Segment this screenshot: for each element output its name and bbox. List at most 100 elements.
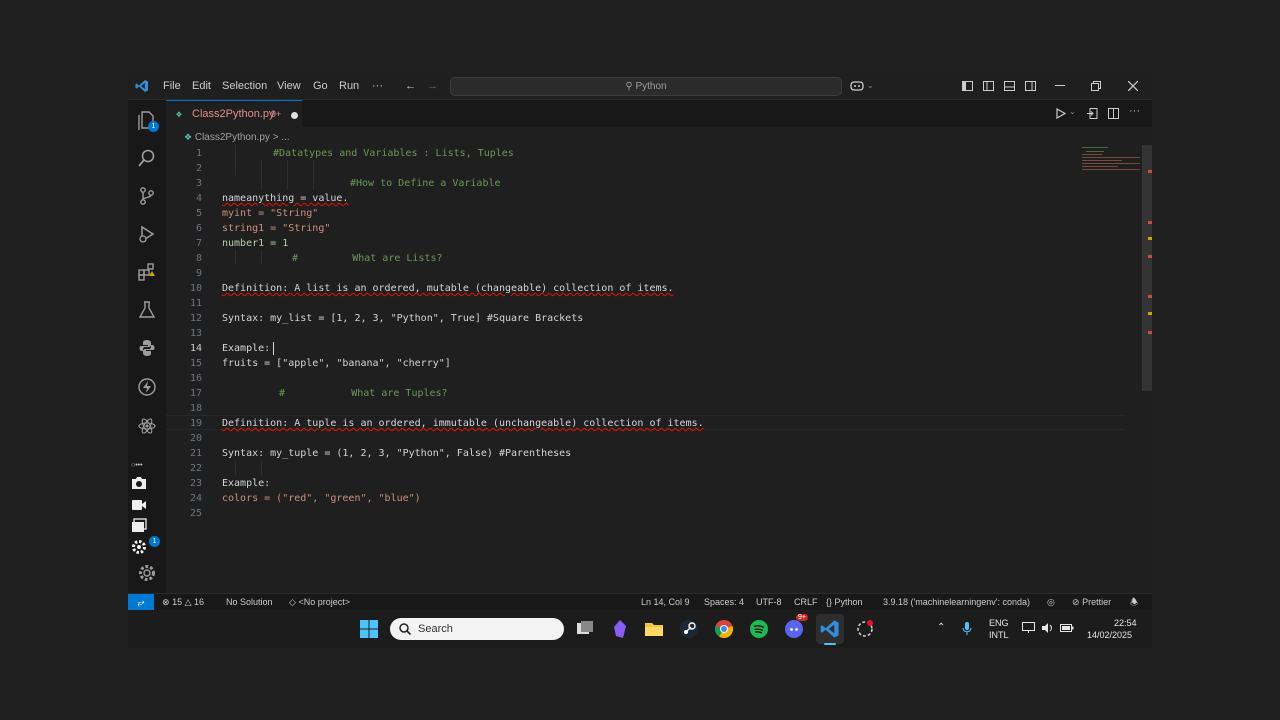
python-file-icon: ❖ — [176, 109, 183, 120]
react-atom-icon[interactable] — [137, 416, 157, 436]
layout-panel-left-icon[interactable] — [962, 81, 973, 91]
clock-date[interactable]: 14/02/2025 — [1087, 630, 1132, 640]
minimap-line — [1082, 166, 1118, 167]
restore-icon[interactable] — [1091, 81, 1101, 91]
braces-icon: {} — [826, 597, 833, 607]
indent-guide — [313, 160, 314, 190]
toggle-sidebar-icon[interactable] — [983, 81, 994, 91]
menu-go[interactable]: Go — [313, 73, 328, 99]
search-icon[interactable] — [137, 148, 157, 168]
camera-icon[interactable] — [131, 475, 147, 491]
line-number: 2 — [195, 163, 202, 174]
scrollbar-thumb[interactable] — [1142, 145, 1152, 391]
taskbar-search[interactable]: Search — [390, 618, 564, 640]
vscode-taskbar-icon[interactable] — [820, 619, 840, 639]
network-icon[interactable] — [1022, 622, 1035, 634]
copilot-icon[interactable] — [850, 80, 864, 92]
vertical-scrollbar[interactable] — [1142, 145, 1152, 593]
run-debug-icon[interactable] — [137, 224, 157, 244]
menu-selection[interactable]: Selection — [222, 73, 267, 99]
extensions-icon[interactable] — [137, 262, 157, 282]
unsaved-dot-icon[interactable] — [291, 112, 298, 119]
task-view-icon[interactable] — [575, 619, 595, 639]
recorder-settings-icon[interactable] — [131, 539, 147, 555]
discord-icon[interactable] — [784, 619, 804, 639]
encoding-status[interactable]: UTF-8 — [756, 594, 782, 610]
eol-status[interactable]: CRLF — [794, 594, 818, 610]
line-number: 8 — [195, 253, 202, 264]
run-chevron-icon[interactable]: ⌄ — [1069, 107, 1076, 116]
clock-time[interactable]: 22:54 — [1114, 618, 1137, 628]
menu-view[interactable]: View — [277, 73, 301, 99]
forward-arrow-icon[interactable]: → — [427, 79, 438, 93]
problems-indicator[interactable]: ⊗ 15 △ 16 — [162, 594, 204, 610]
search-icon: ⚲ — [625, 81, 633, 92]
project-status[interactable]: ◇ <No project> — [289, 594, 350, 610]
indentation-status[interactable]: Spaces: 4 — [704, 594, 744, 610]
cursor-position[interactable]: Ln 14, Col 9 — [641, 594, 690, 610]
indent-guide — [287, 160, 288, 190]
window-capture-icon[interactable] — [131, 518, 147, 534]
lightning-icon[interactable] — [137, 377, 157, 397]
minimap-line — [1082, 169, 1140, 170]
menu-run[interactable]: Run — [339, 73, 359, 99]
volume-icon[interactable] — [1041, 622, 1054, 634]
minimize-icon[interactable] — [1055, 85, 1065, 87]
breadcrumb-file[interactable]: Class2Python.py — [195, 132, 270, 143]
tab-class2python[interactable]: ❖ Class2Python.py 9+ — [166, 100, 302, 128]
run-file-icon[interactable] — [1056, 108, 1066, 119]
python-icon[interactable] — [137, 338, 157, 358]
chrome-icon[interactable] — [714, 619, 734, 639]
obsidian-icon[interactable] — [610, 619, 630, 639]
file-explorer-icon[interactable] — [644, 619, 664, 639]
code-line: myint = "String" — [222, 208, 319, 219]
menu-file[interactable]: File — [163, 73, 181, 99]
code-editor[interactable]: 1 2 3 4 5 6 7 8 9 10 11 12 13 14 15 16 1… — [166, 145, 1142, 593]
open-changes-icon[interactable] — [1087, 108, 1098, 119]
keyboard-language[interactable]: ENG — [989, 618, 1009, 628]
spotify-icon[interactable] — [749, 619, 769, 639]
command-center-label: Python — [635, 81, 667, 92]
language-mode[interactable]: {} Python — [826, 594, 863, 610]
more-actions-icon[interactable]: ··· — [1129, 105, 1140, 117]
error-icon: ⊗ — [162, 597, 170, 607]
menu-edit[interactable]: Edit — [192, 73, 211, 99]
command-center-search[interactable]: ⚲ Python — [450, 77, 842, 96]
copilot-chevron-icon[interactable]: ⌄ — [867, 79, 874, 93]
prettier-status[interactable]: ⊘ Prettier — [1072, 594, 1111, 610]
minimap[interactable] — [1080, 145, 1142, 245]
settings-update-badge: 1 — [149, 536, 160, 547]
keyboard-layout[interactable]: INTL — [989, 630, 1009, 640]
recorder-app-icon[interactable] — [855, 619, 875, 639]
toggle-secondary-sidebar-icon[interactable] — [1025, 81, 1036, 91]
error-marker — [1148, 295, 1152, 298]
toggle-panel-icon[interactable] — [1004, 81, 1015, 91]
steam-icon[interactable] — [679, 619, 699, 639]
line-number: 6 — [195, 223, 202, 234]
discord-badge: 9+ — [796, 614, 808, 621]
back-arrow-icon[interactable]: ← — [405, 79, 416, 93]
video-camera-icon[interactable] — [131, 497, 147, 513]
battery-icon[interactable] — [1060, 622, 1074, 634]
line-number: 5 — [195, 208, 202, 219]
remote-indicator-icon[interactable]: ⥂ — [128, 594, 154, 610]
microphone-icon[interactable] — [962, 622, 972, 636]
windows-start-icon[interactable] — [359, 619, 379, 639]
windows-taskbar: Search 9+ ⌃ ENG INTL 22:54 14/02/2025 — [128, 610, 1152, 648]
source-control-icon[interactable] — [137, 186, 157, 206]
breadcrumb-rest[interactable]: > ... — [273, 132, 290, 143]
warning-icon: △ — [184, 597, 192, 607]
close-icon[interactable] — [1128, 81, 1138, 91]
testing-flask-icon[interactable] — [137, 300, 157, 320]
solution-status[interactable]: No Solution — [226, 594, 273, 610]
line-number: 10 — [189, 283, 202, 294]
interpreter-status[interactable]: 3.9.18 ('machinelearningenv': conda) — [883, 594, 1030, 610]
copilot-status-icon[interactable]: ◎ — [1047, 594, 1055, 610]
split-editor-icon[interactable] — [1108, 108, 1119, 119]
indent-guide — [235, 250, 236, 265]
menu-more[interactable]: ··· — [372, 73, 383, 99]
recorder-dots-icon[interactable]: ○••• — [131, 462, 143, 469]
tray-overflow-chevron-icon[interactable]: ⌃ — [937, 622, 945, 633]
notifications-bell-icon[interactable]: 🕭 — [1130, 594, 1138, 610]
manage-gear-icon[interactable] — [137, 563, 157, 583]
